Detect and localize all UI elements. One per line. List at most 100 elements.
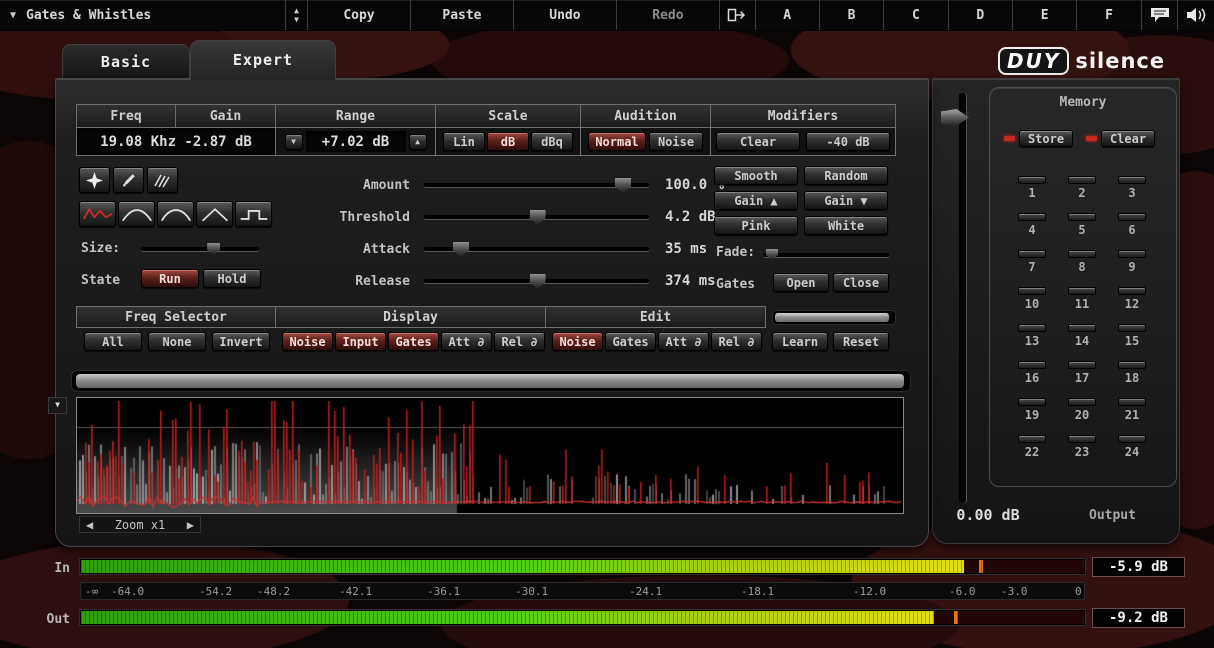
memory-slot[interactable]: 3 xyxy=(1118,176,1146,200)
scale-lin-button[interactable]: Lin xyxy=(443,132,485,151)
state-run-button[interactable]: Run xyxy=(141,269,199,288)
preset-selector[interactable]: ▼ Gates & Whistles ▲ ▼ xyxy=(0,0,308,30)
preset-dropdown-icon[interactable]: ▼ xyxy=(10,10,16,21)
output-fader-track[interactable] xyxy=(959,93,966,503)
slot-b-button[interactable]: B xyxy=(820,0,884,30)
tool-select-button[interactable] xyxy=(79,167,110,193)
memory-slot[interactable]: 22 xyxy=(1018,435,1046,459)
spectrum-canvas[interactable] xyxy=(77,398,903,513)
memory-slot[interactable]: 15 xyxy=(1118,324,1146,348)
spectrum-scrollbar[interactable] xyxy=(71,370,911,392)
memory-slot-button[interactable] xyxy=(1118,213,1146,221)
paste-button[interactable]: Paste xyxy=(411,0,514,30)
shape-pulse-button[interactable] xyxy=(235,201,272,227)
slot-d-button[interactable]: D xyxy=(949,0,1013,30)
tab-expert[interactable]: Expert xyxy=(190,40,336,80)
audio-button[interactable] xyxy=(1178,0,1214,30)
range-down-button[interactable]: ▼ xyxy=(285,134,303,150)
threshold-slider-thumb[interactable] xyxy=(530,210,546,225)
memory-slot[interactable]: 18 xyxy=(1118,361,1146,385)
memory-store-button[interactable]: Store xyxy=(1019,130,1073,147)
memory-slot[interactable]: 13 xyxy=(1018,324,1046,348)
attack-slider-thumb[interactable] xyxy=(453,242,469,257)
modifier-smooth-button[interactable]: Smooth xyxy=(714,166,798,185)
display-noise-button[interactable]: Noise xyxy=(282,332,333,351)
release-slider-thumb[interactable] xyxy=(530,274,546,289)
memory-slot-button[interactable] xyxy=(1118,435,1146,443)
gates-open-button[interactable]: Open xyxy=(773,273,829,292)
memory-slot[interactable]: 9 xyxy=(1118,250,1146,274)
memory-slot-button[interactable] xyxy=(1068,398,1096,406)
memory-slot[interactable]: 24 xyxy=(1118,435,1146,459)
copy-button[interactable]: Copy xyxy=(308,0,411,30)
modifier-gain-up-button[interactable]: Gain ▲ xyxy=(714,191,798,210)
memory-slot-button[interactable] xyxy=(1118,398,1146,406)
memory-slot[interactable]: 12 xyxy=(1118,287,1146,311)
memory-slot[interactable]: 21 xyxy=(1118,398,1146,422)
memory-slot[interactable]: 4 xyxy=(1018,213,1046,237)
memory-slot[interactable]: 10 xyxy=(1018,287,1046,311)
memory-slot[interactable]: 11 xyxy=(1068,287,1096,311)
modifier-clear-button[interactable]: Clear xyxy=(716,132,800,151)
modifier-minus40-button[interactable]: -40 dB xyxy=(806,132,890,151)
memory-slot-button[interactable] xyxy=(1118,324,1146,332)
memory-slot[interactable]: 8 xyxy=(1068,250,1096,274)
memory-slot-button[interactable] xyxy=(1018,213,1046,221)
zoom-prev-icon[interactable]: ◀ xyxy=(86,518,93,532)
audition-noise-button[interactable]: Noise xyxy=(649,132,703,151)
shape-wide-bell-button[interactable] xyxy=(157,201,194,227)
display-att-button[interactable]: Att ∂ xyxy=(441,332,492,351)
memory-slot-button[interactable] xyxy=(1068,324,1096,332)
zoom-control[interactable]: ◀ Zoom x1 ▶ xyxy=(79,516,201,533)
fade-slider[interactable] xyxy=(763,253,889,257)
freq-all-button[interactable]: All xyxy=(84,332,142,351)
modifier-gain-down-button[interactable]: Gain ▼ xyxy=(804,191,888,210)
modifier-white-button[interactable]: White xyxy=(804,216,888,235)
memory-slot[interactable]: 17 xyxy=(1068,361,1096,385)
tab-basic[interactable]: Basic xyxy=(62,44,190,79)
shape-freehand-button[interactable] xyxy=(79,201,116,227)
edit-rel-button[interactable]: Rel ∂ xyxy=(711,332,762,351)
memory-slot[interactable]: 2 xyxy=(1068,176,1096,200)
learn-button[interactable]: Learn xyxy=(772,332,828,351)
shape-peak-button[interactable] xyxy=(196,201,233,227)
threshold-marker[interactable]: ▼ xyxy=(48,397,67,414)
memory-slot[interactable]: 1 xyxy=(1018,176,1046,200)
memory-slot[interactable]: 7 xyxy=(1018,250,1046,274)
freq-invert-button[interactable]: Invert xyxy=(212,332,270,351)
memory-slot[interactable]: 23 xyxy=(1068,435,1096,459)
modifier-pink-button[interactable]: Pink xyxy=(714,216,798,235)
state-hold-button[interactable]: Hold xyxy=(203,269,261,288)
memory-slot-button[interactable] xyxy=(1068,435,1096,443)
memory-slot-button[interactable] xyxy=(1018,287,1046,295)
spectrum-scrollbar-thumb[interactable] xyxy=(76,374,904,388)
scale-dbq-button[interactable]: dBq xyxy=(531,132,573,151)
memory-slot-button[interactable] xyxy=(1018,361,1046,369)
size-slider-thumb[interactable] xyxy=(207,243,220,255)
display-rel-button[interactable]: Rel ∂ xyxy=(494,332,545,351)
memory-slot-button[interactable] xyxy=(1118,176,1146,184)
preset-spin-up-icon[interactable]: ▲ xyxy=(294,7,299,15)
preset-spin-down-icon[interactable]: ▼ xyxy=(294,16,299,24)
memory-clear-button[interactable]: Clear xyxy=(1101,130,1155,147)
amount-slider-thumb[interactable] xyxy=(615,178,631,193)
memory-slot[interactable]: 5 xyxy=(1068,213,1096,237)
memory-slot-button[interactable] xyxy=(1068,250,1096,258)
shape-bell-button[interactable] xyxy=(118,201,155,227)
slot-e-button[interactable]: E xyxy=(1013,0,1077,30)
memory-slot[interactable]: 19 xyxy=(1018,398,1046,422)
range-up-button[interactable]: ▲ xyxy=(409,134,427,150)
memory-slot[interactable]: 20 xyxy=(1068,398,1096,422)
memory-slot-button[interactable] xyxy=(1018,435,1046,443)
amount-slider[interactable] xyxy=(424,183,649,187)
display-gates-button[interactable]: Gates xyxy=(388,332,439,351)
memory-slot-button[interactable] xyxy=(1068,176,1096,184)
slot-c-button[interactable]: C xyxy=(884,0,948,30)
display-input-button[interactable]: Input xyxy=(335,332,386,351)
memory-slot-button[interactable] xyxy=(1018,398,1046,406)
help-button[interactable] xyxy=(1142,0,1179,30)
memory-slot[interactable]: 6 xyxy=(1118,213,1146,237)
edit-gates-button[interactable]: Gates xyxy=(605,332,656,351)
redo-button[interactable]: Redo xyxy=(617,0,720,30)
preset-spinner[interactable]: ▲ ▼ xyxy=(285,0,307,30)
